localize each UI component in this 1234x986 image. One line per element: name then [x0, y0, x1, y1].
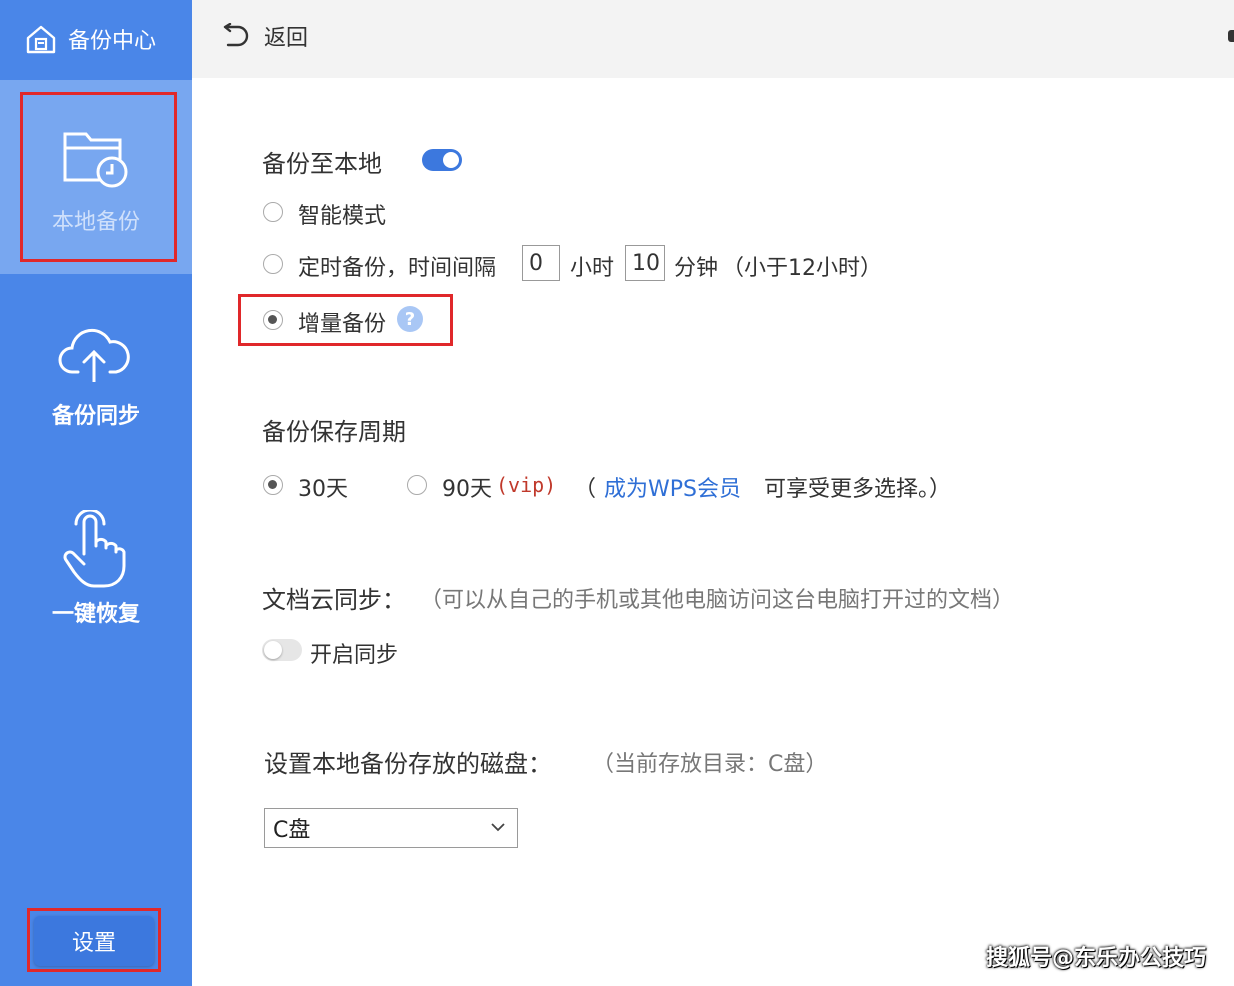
minutes-unit-label: 分钟: [674, 256, 719, 281]
home-icon: [26, 25, 56, 54]
retention-90-radio[interactable]: [407, 475, 427, 495]
cloud-sync-title: 文档云同步：: [262, 586, 406, 614]
disk-current-dir: （当前存放目录：C盘）: [592, 752, 828, 777]
retention-90-label: 90天: [442, 477, 492, 502]
brand: 备份中心: [0, 0, 192, 78]
disk-title: 设置本地备份存放的磁盘：: [264, 750, 552, 778]
chevron-down-icon: [491, 823, 505, 832]
member-paren-open: （: [574, 477, 597, 502]
watermark: 搜狐号@东乐办公技巧: [985, 946, 1206, 971]
timed-backup-radio[interactable]: [263, 254, 283, 274]
hours-unit-label: 小时: [570, 256, 615, 281]
retention-title: 备份保存周期: [262, 418, 406, 446]
highlight-box-settings: [27, 908, 161, 972]
highlight-box-incremental: [238, 294, 453, 346]
sidebar-item-backup-sync[interactable]: 备份同步: [0, 322, 192, 452]
back-label: 返回: [264, 26, 309, 51]
hours-input[interactable]: 0: [522, 245, 560, 281]
sidebar-item-label: 备份同步: [51, 404, 140, 429]
local-backup-title: 备份至本地: [262, 150, 382, 178]
window-edge-handle: [1228, 30, 1234, 42]
vip-tag: (vip): [496, 473, 557, 497]
hand-pointer-icon: [63, 510, 126, 588]
top-bar: 返回: [192, 0, 1234, 78]
cloud-sync-desc: （可以从自己的手机或其他电脑访问这台电脑打开过的文档）: [420, 588, 1015, 613]
smart-mode-label: 智能模式: [298, 204, 387, 229]
highlight-box-local-backup: [20, 92, 177, 262]
local-backup-toggle[interactable]: [422, 149, 462, 171]
brand-title: 备份中心: [68, 29, 157, 54]
minutes-input[interactable]: 10: [625, 245, 665, 281]
back-arrow-icon: [223, 23, 249, 47]
disk-select[interactable]: C盘: [264, 808, 518, 848]
interval-limit-note: （小于12小时）: [722, 256, 882, 281]
retention-30-label: 30天: [298, 477, 348, 502]
smart-mode-radio[interactable]: [263, 202, 283, 222]
sidebar-item-label: 一键恢复: [51, 602, 140, 627]
sidebar: 备份中心 本地备份 备份同步 一键恢复 设置: [0, 0, 192, 986]
back-button[interactable]: 返回: [220, 20, 308, 52]
cloud-upload-icon: [58, 328, 130, 382]
retention-30-radio[interactable]: [263, 475, 283, 495]
become-member-link[interactable]: 成为WPS会员: [604, 471, 741, 503]
cloud-sync-toggle-label: 开启同步: [310, 643, 399, 668]
member-benefit-text: 可享受更多选择。）: [764, 477, 952, 502]
sidebar-item-one-click-restore[interactable]: 一键恢复: [0, 510, 192, 640]
timed-backup-label: 定时备份，时间间隔: [298, 256, 497, 281]
disk-select-value: C盘: [273, 818, 311, 843]
cloud-sync-toggle[interactable]: [262, 639, 302, 661]
